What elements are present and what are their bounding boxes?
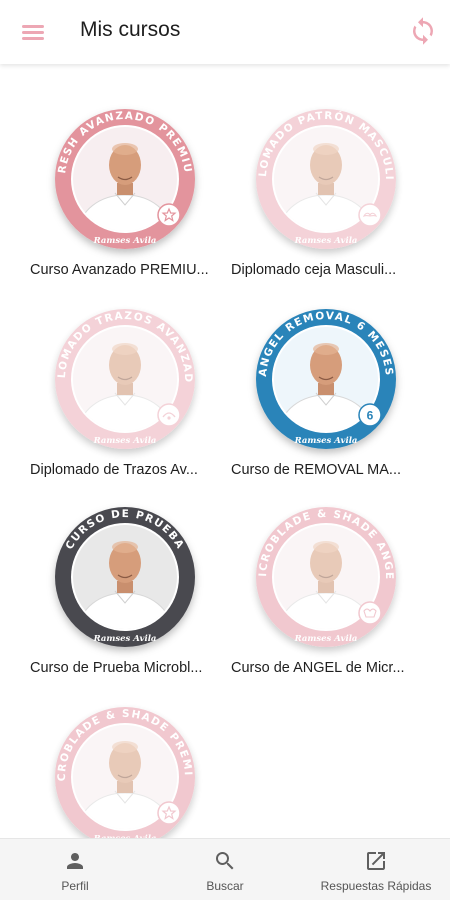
page-title: Mis cursos bbox=[80, 18, 181, 41]
instructor-name: Ramses Avila bbox=[93, 436, 157, 446]
nav-label-respuestas-rapidas: Respuestas Rápidas bbox=[320, 879, 432, 893]
course-title: Curso de ANGEL de Micr... bbox=[231, 660, 405, 676]
course-badge: ANGEL REMOVAL 6 MESESRamses Avila6 bbox=[256, 309, 396, 449]
app-bar: Mis cursos bbox=[0, 0, 450, 64]
course-badge: DIPLOMADO TRAZOS AVANZADOSRamses Avila bbox=[55, 309, 195, 449]
instructor-name: Ramses Avila bbox=[294, 634, 358, 644]
course-title: Curso de Prueba Microbl... bbox=[30, 660, 203, 676]
instructor-name: Ramses Avila bbox=[294, 236, 358, 246]
instructor-name: Ramses Avila bbox=[93, 634, 157, 644]
course-badge: MRESH AVANZADO PREMIUMRamses Avila bbox=[55, 109, 195, 249]
course-title: Diplomado ceja Masculi... bbox=[231, 262, 397, 278]
course-badge: DIPLOMADO PATRÓN MASCULINORamses Avila bbox=[256, 109, 396, 249]
course-title: Curso Avanzado PREMIU... bbox=[30, 262, 209, 278]
course-card[interactable]: MICROBLADE & SHADE PREMIUMRamses Avila bbox=[30, 680, 230, 838]
course-card[interactable]: MICROBLADE & SHADE ANGELRamses Avila Curs… bbox=[231, 480, 431, 676]
course-badge: MICROBLADE & SHADE ANGELRamses Avila bbox=[256, 507, 396, 647]
course-card[interactable]: ANGEL REMOVAL 6 MESES Ramses Avila 6 Curso … bbox=[231, 282, 431, 478]
menu-icon[interactable] bbox=[22, 20, 48, 44]
person-icon bbox=[67, 853, 83, 869]
course-grid: MRESH AVANZADO PREMIUMRamses Avila Curso … bbox=[0, 64, 450, 838]
instructor-name: Ramses Avila bbox=[93, 236, 157, 246]
star-icon bbox=[157, 801, 181, 825]
nav-label-perfil: Perfil bbox=[61, 879, 89, 893]
instructor-name: Ramses Avila bbox=[294, 436, 358, 446]
nav-item-respuestas-rapidas[interactable]: Respuestas Rápidas bbox=[310, 839, 442, 900]
course-title: Curso de REMOVAL MA... bbox=[231, 462, 402, 478]
search-icon bbox=[216, 852, 234, 870]
course-card[interactable]: DIPLOMADO PATRÓN MASCULINORamses Avila Di… bbox=[231, 82, 431, 278]
nav-item-perfil[interactable]: Perfil bbox=[34, 839, 116, 900]
mustache-icon bbox=[358, 203, 382, 227]
bottom-navigation: Perfil Buscar Respuestas Rápidas bbox=[0, 838, 450, 900]
brow-icon bbox=[157, 403, 181, 427]
nav-item-buscar[interactable]: Buscar bbox=[184, 839, 266, 900]
course-card[interactable]: CURSO DE PRUEBA Ramses Avila Curso de Prue… bbox=[30, 480, 230, 676]
course-badge: CURSO DE PRUEBARamses Avila bbox=[55, 507, 195, 647]
number-six-icon: 6 bbox=[358, 403, 382, 427]
course-badge: MICROBLADE & SHADE PREMIUMRamses Avila bbox=[55, 707, 195, 838]
sync-icon[interactable] bbox=[408, 16, 438, 46]
star-icon bbox=[157, 203, 181, 227]
course-card[interactable]: MRESH AVANZADO PREMIUMRamses Avila Curso … bbox=[30, 82, 230, 278]
svg-text:6: 6 bbox=[367, 409, 374, 423]
nav-label-buscar: Buscar bbox=[206, 879, 244, 893]
open-in-new-icon bbox=[367, 852, 385, 870]
course-title: Diplomado de Trazos Av... bbox=[30, 462, 198, 478]
angel-icon bbox=[358, 601, 382, 625]
course-card[interactable]: DIPLOMADO TRAZOS AVANZADOSRamses Avila Di… bbox=[30, 282, 230, 478]
